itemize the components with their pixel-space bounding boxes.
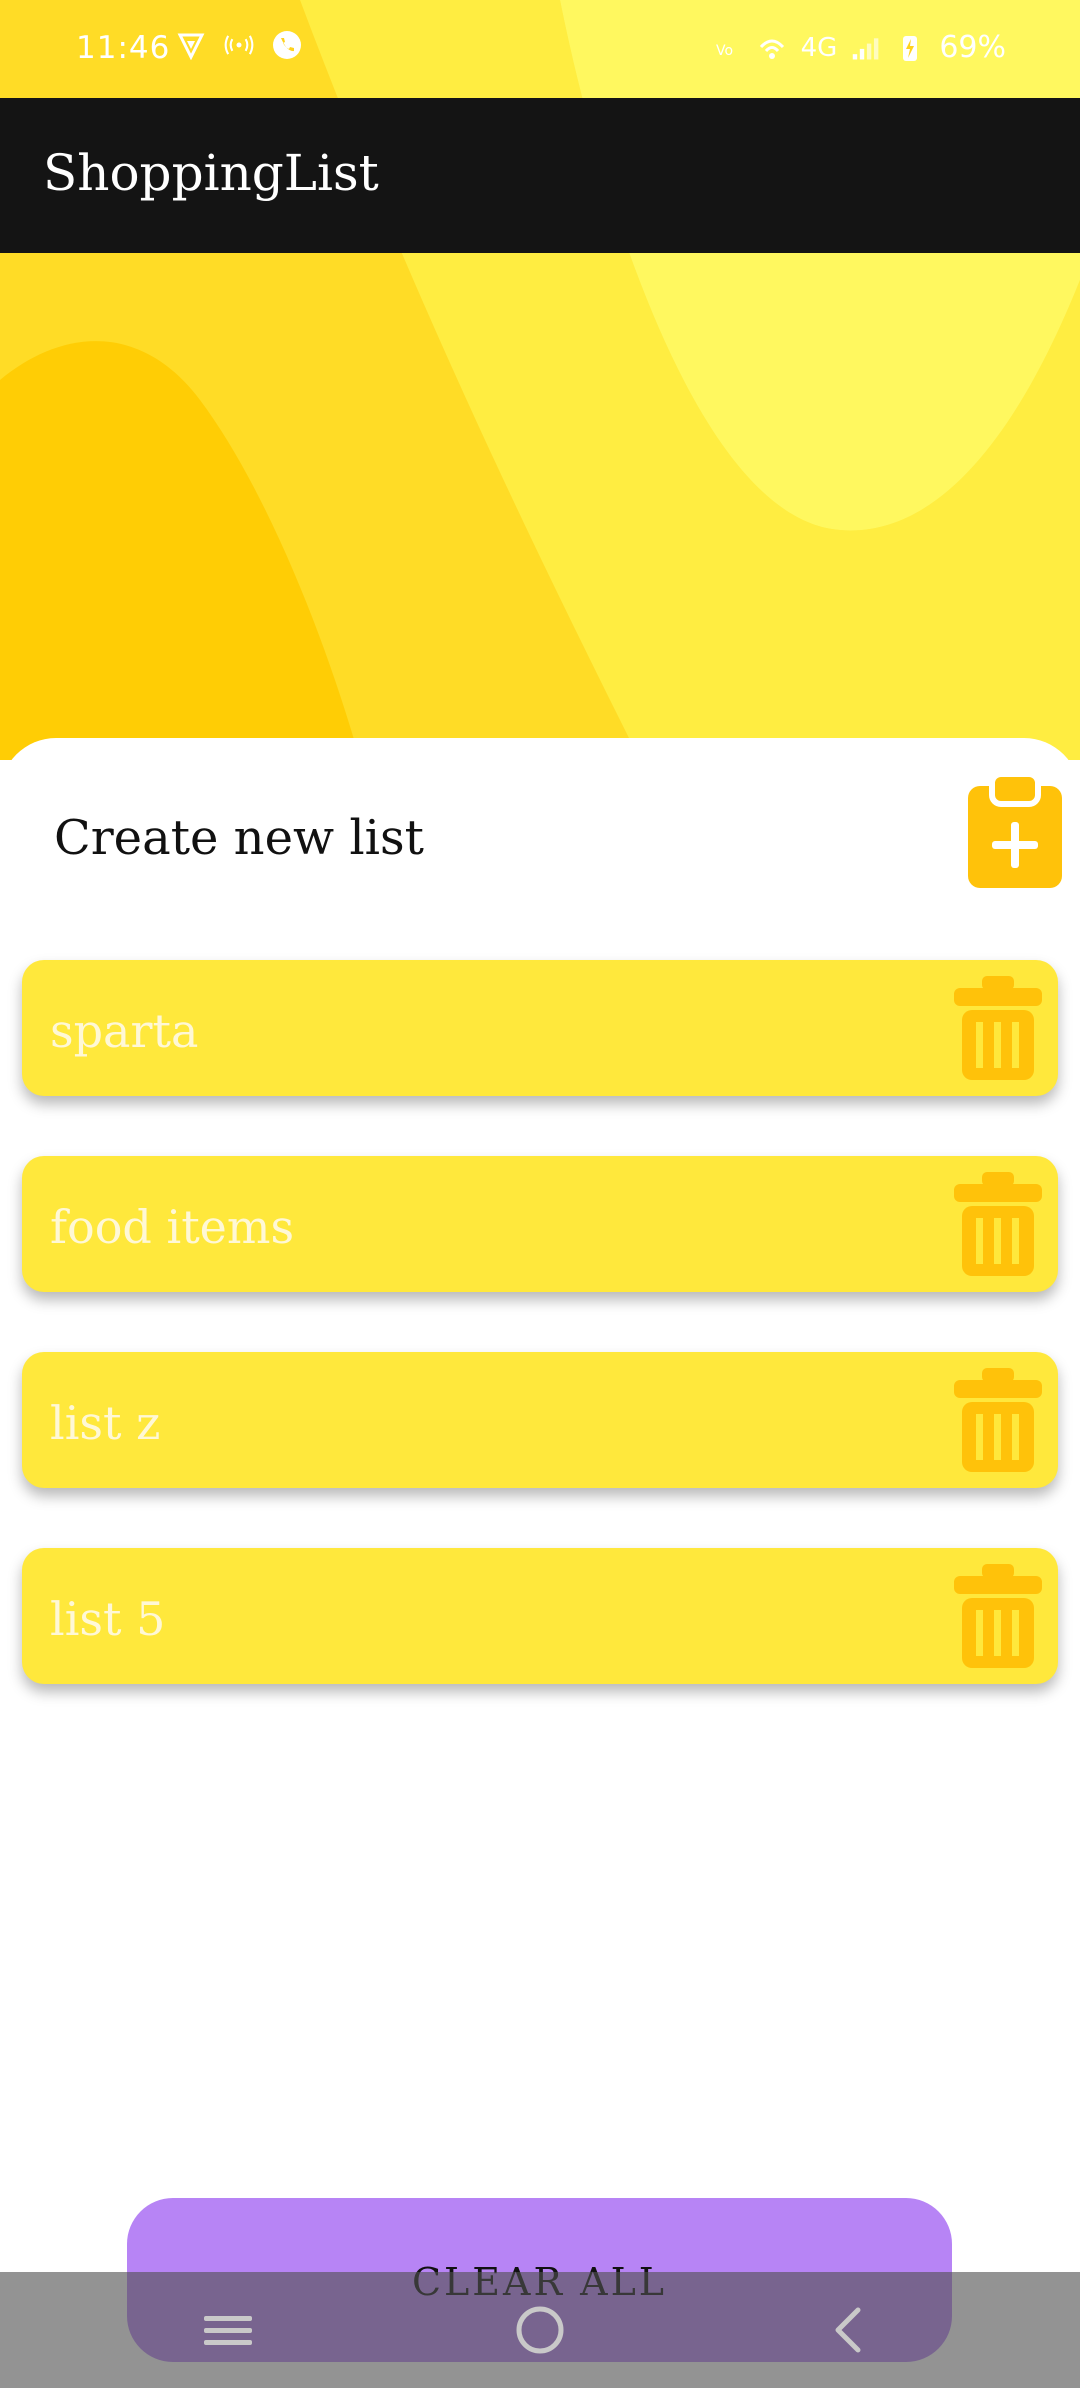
vpn-shield-icon: [176, 30, 206, 60]
charging-icon: [895, 33, 925, 63]
trash-icon: [954, 1368, 1042, 1472]
list-item-name: list z: [50, 1396, 161, 1450]
delete-list-button[interactable]: [954, 974, 1042, 1082]
call-icon: [272, 30, 302, 60]
app-bar: ShoppingList: [0, 98, 1080, 253]
battery-percent: 69%: [939, 30, 1006, 65]
delete-list-button[interactable]: [954, 1170, 1042, 1278]
hotspot-icon: [224, 30, 254, 60]
trash-icon: [954, 976, 1042, 1080]
system-nav-bar: [0, 2272, 1080, 2388]
svg-text:Vo: Vo: [716, 43, 733, 59]
network-type: 4G: [800, 32, 838, 63]
trash-icon: [954, 1564, 1042, 1668]
recent-apps-button[interactable]: [198, 2300, 258, 2360]
status-time: 11:46: [76, 30, 171, 66]
recent-apps-icon: [204, 2316, 252, 2345]
status-left-icons: [176, 30, 302, 60]
back-icon: [835, 2307, 861, 2353]
list-sheet: Create new list sparta food items list z…: [0, 738, 1080, 2388]
list-item[interactable]: list 5: [22, 1548, 1058, 1684]
signal-icon: [851, 33, 881, 63]
list-item[interactable]: food items: [22, 1156, 1058, 1292]
status-right-icons: Vo 4G 69%: [713, 30, 1006, 65]
home-button[interactable]: [510, 2300, 570, 2360]
trash-icon: [954, 1172, 1042, 1276]
status-bar: 11:46 Vo 4G 69%: [0, 0, 1080, 98]
delete-list-button[interactable]: [954, 1366, 1042, 1474]
volte-icon: Vo: [713, 33, 743, 63]
list-item-name: list 5: [50, 1592, 166, 1646]
create-new-list-label: Create new list: [54, 810, 424, 866]
create-list-button[interactable]: [968, 770, 1062, 888]
list-item-name: sparta: [50, 1004, 199, 1058]
wifi-calling-icon: [757, 33, 787, 63]
home-icon: [516, 2306, 564, 2354]
delete-list-button[interactable]: [954, 1562, 1042, 1670]
list-item-name: food items: [50, 1200, 295, 1254]
app-title: ShoppingList: [43, 144, 379, 202]
list-item[interactable]: sparta: [22, 960, 1058, 1096]
list-item[interactable]: list z: [22, 1352, 1058, 1488]
clipboard-add-icon: [968, 771, 1062, 888]
back-button[interactable]: [820, 2300, 880, 2360]
